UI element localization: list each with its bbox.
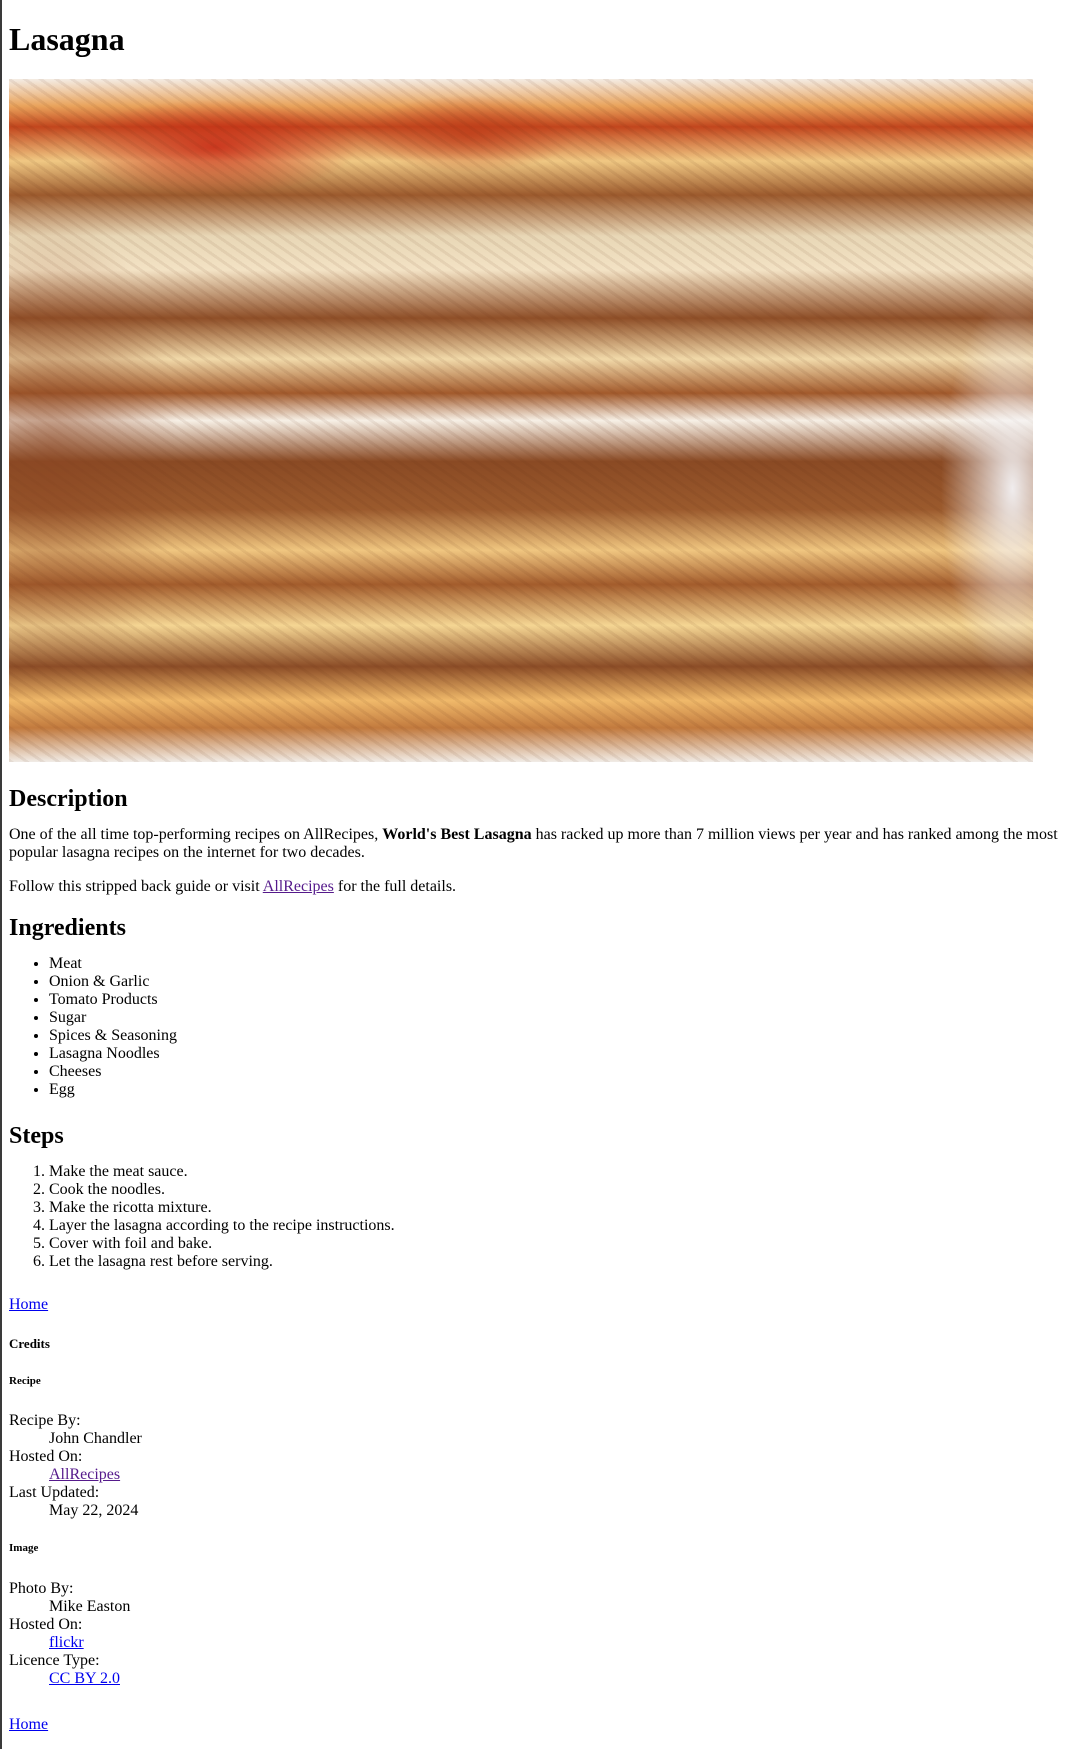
last-updated-value: May 22, 2024 [49,1502,139,1519]
guide-text-end: for the full details. [333,878,457,895]
ingredient-item: Onion & Garlic [49,973,177,991]
recipe-credits-heading: Recipe [9,1375,41,1387]
image-hosted-on-label: Hosted On: [9,1616,83,1633]
lasagna-photo [9,79,1033,762]
step-item: Cover with foil and bake. [49,1235,395,1253]
ingredient-item: Meat [49,955,177,973]
step-item: Layer the lasagna according to the recip… [49,1217,395,1235]
recipe-by-value: John Chandler [49,1430,142,1447]
allrecipes-link[interactable]: AllRecipes [263,878,334,895]
ingredient-item: Egg [49,1081,177,1099]
flickr-link[interactable]: flickr [49,1634,84,1651]
recipe-by-label: Recipe By: [9,1412,81,1429]
description-heading: Description [9,786,128,812]
window-left-edge [0,0,2,1749]
ingredient-item: Cheeses [49,1063,177,1081]
ingredient-item: Tomato Products [49,991,177,1009]
last-updated-label: Last Updated: [9,1484,100,1501]
home-link[interactable]: Home [9,1296,48,1314]
ingredients-list: MeatOnion & GarlicTomato ProductsSugarSp… [49,955,177,1099]
photo-by-value: Mike Easton [49,1598,131,1615]
ingredient-item: Sugar [49,1009,177,1027]
ingredient-item: Spices & Seasoning [49,1027,177,1045]
step-item: Make the ricotta mixture. [49,1199,395,1217]
description-text-start: One of the all time top-performing recip… [9,826,383,843]
recipe-hosted-on-label: Hosted On: [9,1448,83,1465]
recipe-hosted-on-value: AllRecipes [49,1466,142,1484]
page-title: Lasagna [9,21,125,57]
image-credits-list: Photo By: Mike Easton Hosted On: flickr … [9,1580,130,1688]
licence-type-value: CC BY 2.0 [49,1670,130,1688]
step-item: Let the lasagna rest before serving. [49,1253,395,1271]
description-paragraph: One of the all time top-performing recip… [9,826,1064,862]
credits-heading: Credits [9,1336,50,1351]
recipe-name-bold: World's Best Lasagna [382,826,532,843]
ingredient-item: Lasagna Noodles [49,1045,177,1063]
guide-text-start: Follow this stripped back guide or visit [9,878,263,895]
licence-link[interactable]: CC BY 2.0 [49,1670,120,1687]
image-credits-heading: Image [9,1542,39,1554]
image-hosted-on-value: flickr [49,1634,130,1652]
ingredients-heading: Ingredients [9,915,126,941]
step-item: Make the meat sauce. [49,1163,395,1181]
photo-by-label: Photo By: [9,1580,74,1597]
licence-type-label: Licence Type: [9,1652,100,1669]
recipe-credits-list: Recipe By: John Chandler Hosted On: AllR… [9,1412,142,1520]
steps-list: Make the meat sauce.Cook the noodles.Mak… [49,1163,395,1271]
guide-paragraph: Follow this stripped back guide or visit… [9,878,1064,896]
steps-heading: Steps [9,1123,64,1149]
step-item: Cook the noodles. [49,1181,395,1199]
allrecipes-credit-link[interactable]: AllRecipes [49,1466,120,1483]
home-link-bottom[interactable]: Home [9,1716,48,1734]
